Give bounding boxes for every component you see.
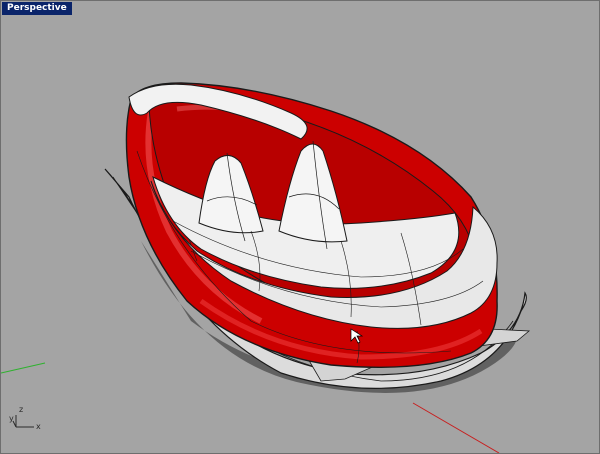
world-x-axis-line	[412, 402, 500, 453]
world-y-axis-line	[1, 362, 46, 374]
perspective-viewport[interactable]: Perspective z y x	[0, 0, 600, 454]
axes-indicator-z-label: z	[19, 405, 24, 414]
viewport-title-tab[interactable]: Perspective	[2, 2, 72, 15]
axes-indicator-y-label: y	[9, 414, 14, 423]
model-scene[interactable]	[1, 1, 599, 453]
axes-indicator	[12, 415, 34, 428]
axes-indicator-x-label: x	[36, 422, 41, 431]
